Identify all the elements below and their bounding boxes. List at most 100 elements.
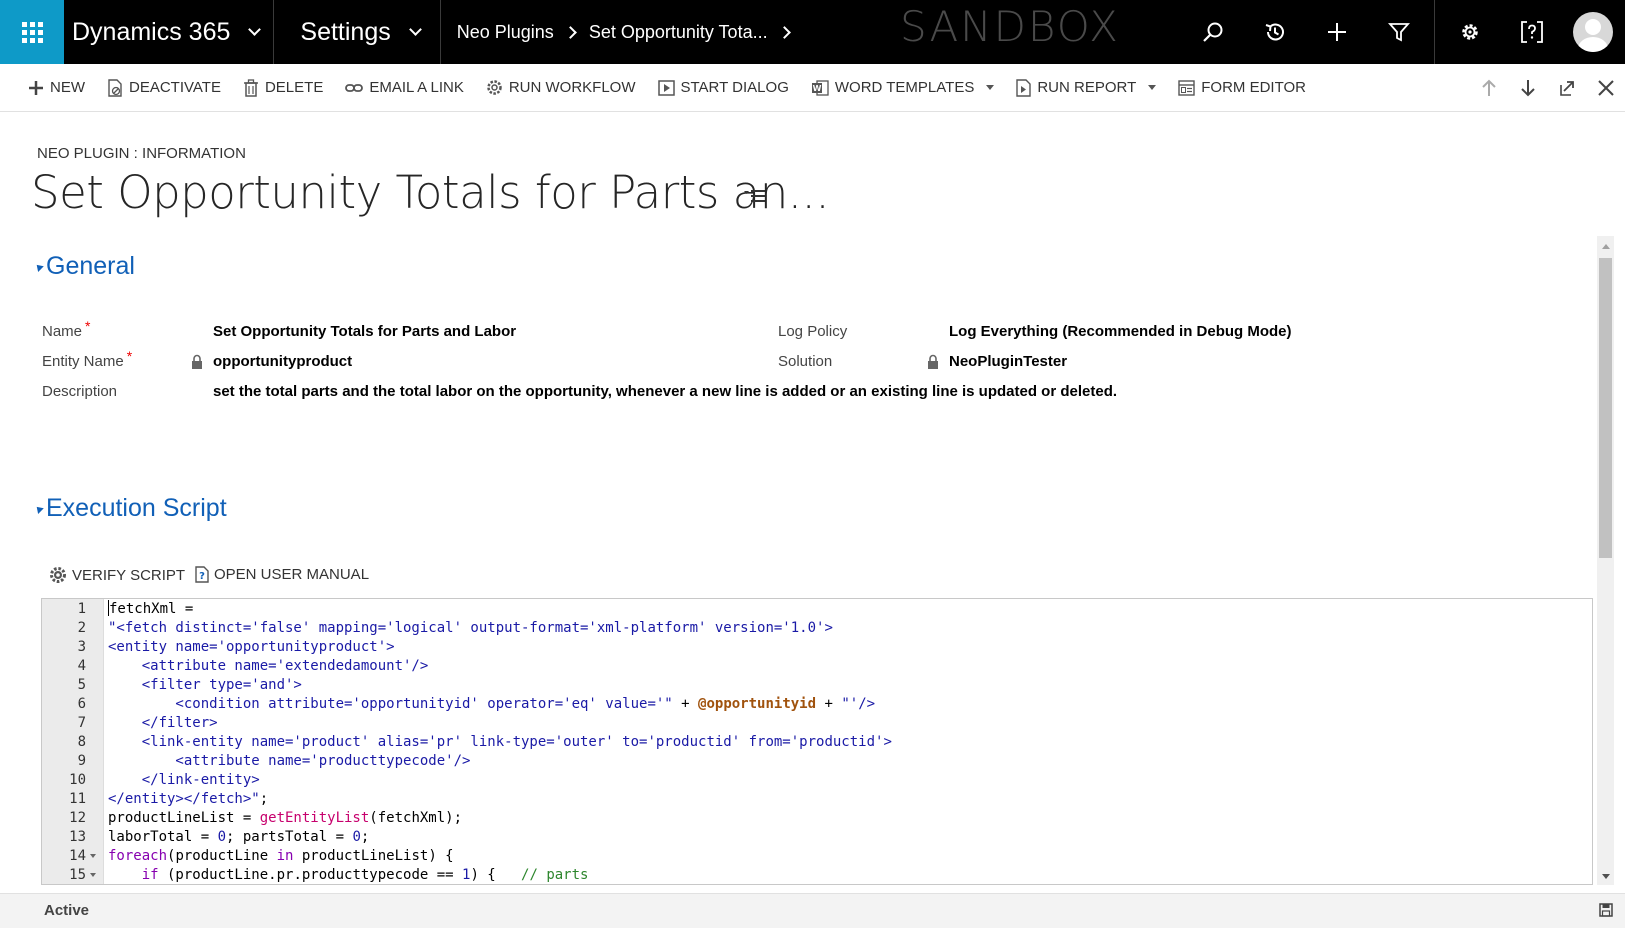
code-line[interactable]: 5 <filter type='and'> <box>42 676 1592 695</box>
description-field[interactable]: set the total parts and the total labor … <box>213 383 1117 400</box>
code-line[interactable]: 14 foreach(productLine in productLineList… <box>42 847 1592 866</box>
deactivate-button[interactable]: DEACTIVATE <box>107 78 221 97</box>
settings-button[interactable] <box>1439 0 1501 64</box>
code-line[interactable]: 2 "<fetch distinct='false' mapping='logic… <box>42 619 1592 638</box>
code-line[interactable]: 6 <condition attribute='opportunityid' o… <box>42 695 1592 714</box>
code-token: </filter> <box>108 715 218 731</box>
create-icon <box>1328 23 1346 41</box>
deactivate-icon <box>108 78 122 97</box>
app-name-menu[interactable]: Dynamics 365 <box>64 0 275 64</box>
code-line[interactable]: 4 <attribute name='extendedamount'/> <box>42 657 1592 676</box>
next-record-button[interactable] <box>1508 79 1547 97</box>
app-launcher-button[interactable] <box>0 0 64 64</box>
code-token: <attribute name='extendedamount'/> <box>108 658 429 674</box>
plus-icon <box>29 80 43 95</box>
fold-toggle-icon[interactable] <box>90 854 96 858</box>
form-editor-button[interactable]: FORM EDITOR <box>1178 79 1306 96</box>
line-number: 11 <box>69 791 86 807</box>
filter-button[interactable] <box>1368 0 1430 64</box>
search-button[interactable] <box>1182 0 1244 64</box>
help-button[interactable] <box>1501 0 1563 64</box>
code-text: laborTotal = 0; partsTotal = 0; <box>108 828 369 847</box>
code-token: if <box>141 867 159 883</box>
trash-icon <box>243 78 258 97</box>
code-token: ) { <box>470 867 522 883</box>
code-line[interactable]: 9 <attribute name='producttypecode'/> <box>42 752 1592 771</box>
form-editor-icon <box>1178 79 1195 96</box>
pop-out-icon <box>1560 80 1574 96</box>
code-line[interactable]: 1 fetchXml = <box>42 600 1592 619</box>
log-policy-label: Log Policy <box>778 323 848 340</box>
code-token: + <box>816 696 842 712</box>
form-selector-button[interactable] <box>744 188 766 209</box>
run-report-button[interactable]: RUN REPORT <box>1016 78 1157 97</box>
open-user-manual-button[interactable]: ? OPEN USER MANUAL <box>195 566 369 583</box>
breadcrumb-item-record[interactable]: Set Opportunity Tota... <box>589 22 768 43</box>
line-number: 5 <box>77 677 86 693</box>
verify-script-button[interactable]: VERIFY SCRIPT <box>49 566 185 584</box>
scroll-up-icon <box>1602 244 1610 249</box>
code-token: (productLine.pr.producttypecode == <box>158 867 463 883</box>
save-icon[interactable] <box>1599 903 1613 917</box>
start-dialog-button[interactable]: START DIALOG <box>657 79 789 96</box>
solution-label: Solution <box>778 353 833 370</box>
code-line[interactable]: 12 productLineList = getEntityList(fetchX… <box>42 809 1592 828</box>
record-status: Active <box>44 902 90 919</box>
arrow-up-icon <box>1481 79 1496 96</box>
filter-icon <box>1388 23 1410 42</box>
caret-down-icon <box>986 85 995 90</box>
chevron-right-icon[interactable] <box>777 25 791 39</box>
new-button[interactable]: NEW <box>28 79 85 96</box>
page-scrollbar[interactable] <box>1597 236 1614 885</box>
user-avatar[interactable] <box>1573 12 1613 52</box>
email-link-button[interactable]: EMAIL A LINK <box>345 79 464 96</box>
scrollbar-thumb[interactable] <box>1599 258 1612 558</box>
code-token: + <box>672 696 699 712</box>
code-text: </entity></fetch>"; <box>108 790 268 809</box>
code-line[interactable]: 13 laborTotal = 0; partsTotal = 0; <box>42 828 1592 847</box>
code-line[interactable]: 8 <link-entity name='product' alias='pr'… <box>42 733 1592 752</box>
section-execution-script-toggle[interactable]: Execution Script <box>32 494 227 523</box>
code-token: 0 <box>352 829 361 845</box>
code-line[interactable]: 10 </link-entity> <box>42 771 1592 790</box>
code-token: fetchXml = <box>109 601 194 617</box>
name-field[interactable]: Set Opportunity Totals for Parts and Lab… <box>213 323 516 340</box>
gear-icon <box>50 567 66 583</box>
recent-icon <box>1265 23 1284 41</box>
line-number: 7 <box>77 715 86 731</box>
code-line[interactable]: 11 </entity></fetch>"; <box>42 790 1592 809</box>
code-text: </link-entity> <box>108 771 260 790</box>
breadcrumb-item-entity[interactable]: Neo Plugins <box>457 22 554 43</box>
code-text: <attribute name='producttypecode'/> <box>108 752 470 771</box>
code-line[interactable]: 3 <entity name='opportunityproduct'> <box>42 638 1592 657</box>
pop-out-button[interactable] <box>1547 80 1586 97</box>
create-button[interactable] <box>1306 0 1368 64</box>
area-menu[interactable]: Settings <box>274 0 441 64</box>
recent-button[interactable] <box>1244 0 1306 64</box>
code-editor[interactable]: 1 fetchXml = 2 "<fetch distinct='false' map… <box>41 598 1593 885</box>
top-navigation-bar: Dynamics 365 Settings Neo Plugins Set Op… <box>0 0 1625 64</box>
log-policy-field[interactable]: Log Everything (Recommended in Debug Mod… <box>949 323 1292 340</box>
close-button[interactable] <box>1586 80 1625 96</box>
code-token: (fetchXml); <box>369 810 463 826</box>
svg-text:W: W <box>812 84 821 93</box>
code-token: foreach <box>108 848 168 864</box>
word-templates-button[interactable]: W WORD TEMPLATES <box>811 79 995 97</box>
chevron-down-icon <box>248 23 262 36</box>
previous-record-button[interactable] <box>1469 79 1508 97</box>
caret-down-icon <box>1148 85 1157 90</box>
code-line[interactable]: 7 </filter> <box>42 714 1592 733</box>
help-icon <box>1521 21 1543 43</box>
scroll-down-icon <box>1602 874 1610 879</box>
code-text: productLineList = getEntityList(fetchXml… <box>108 809 462 828</box>
delete-button[interactable]: DELETE <box>243 78 323 97</box>
code-line[interactable]: 15 if (productLine.pr.producttypecode ==… <box>42 866 1592 884</box>
code-text: <attribute name='extendedamount'/> <box>108 657 429 676</box>
code-text: fetchXml = <box>108 600 193 619</box>
section-general-toggle[interactable]: General <box>32 252 135 281</box>
line-number: 10 <box>69 772 86 788</box>
fold-toggle-icon[interactable] <box>90 873 96 877</box>
run-workflow-button[interactable]: RUN WORKFLOW <box>486 79 636 96</box>
report-icon <box>1016 78 1032 97</box>
code-token: </link-entity> <box>108 772 260 788</box>
